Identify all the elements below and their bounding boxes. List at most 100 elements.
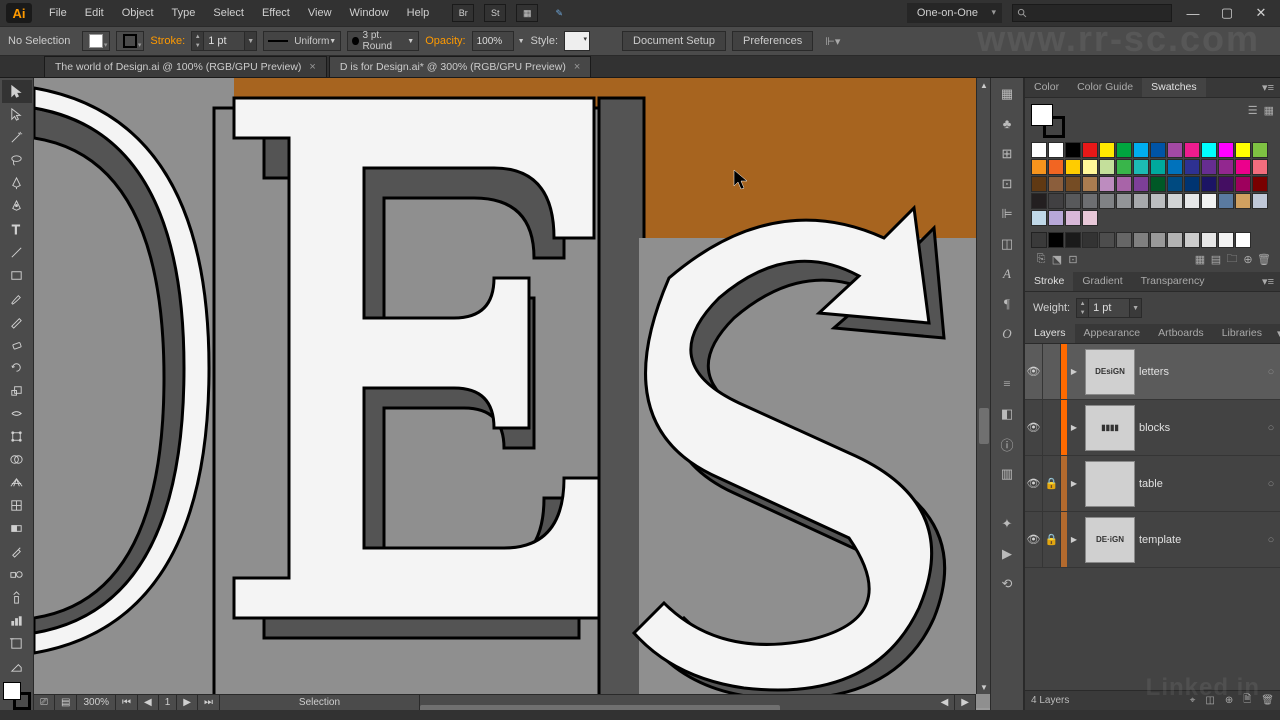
minimize-button[interactable]: — xyxy=(1180,4,1206,22)
swatch[interactable] xyxy=(1252,176,1268,192)
swatch[interactable] xyxy=(1116,176,1132,192)
artboard-last[interactable]: ⏭ xyxy=(198,695,220,710)
artboard-number[interactable]: 1 xyxy=(159,695,178,710)
symbol-sprayer-tool[interactable] xyxy=(2,586,32,609)
graph-tool[interactable] xyxy=(2,609,32,632)
artboard-back[interactable]: ◀ xyxy=(138,695,159,710)
eyedropper-tool[interactable] xyxy=(2,540,32,563)
info-icon[interactable]: ⓘ xyxy=(997,434,1017,454)
swatch[interactable] xyxy=(1133,193,1149,209)
layer-row[interactable]: 👁🔒▶DE·iGNtemplate○ xyxy=(1025,512,1280,568)
width-tool[interactable] xyxy=(2,402,32,425)
stroke-weight-input[interactable] xyxy=(204,32,244,50)
zoom-field[interactable]: 300% xyxy=(77,695,116,710)
pencil-tool[interactable] xyxy=(2,310,32,333)
swatch[interactable] xyxy=(1116,193,1132,209)
gradient-tool[interactable] xyxy=(2,517,32,540)
target-icon[interactable]: ○ xyxy=(1262,366,1280,378)
opentype-icon[interactable]: O xyxy=(997,324,1017,344)
paintbrush-tool[interactable] xyxy=(2,287,32,310)
symbols-icon[interactable]: ⊞ xyxy=(997,144,1017,164)
swatch-fill-stroke[interactable] xyxy=(1031,104,1065,138)
swatch[interactable] xyxy=(1065,210,1081,226)
menu-type[interactable]: Type xyxy=(163,3,205,23)
preferences-button[interactable]: Preferences xyxy=(732,31,813,51)
swatch[interactable] xyxy=(1031,193,1047,209)
properties-icon[interactable]: ▦ xyxy=(997,84,1017,104)
swatch[interactable] xyxy=(1116,159,1132,175)
free-transform-tool[interactable] xyxy=(2,425,32,448)
swatch[interactable] xyxy=(1099,232,1115,248)
swatch[interactable] xyxy=(1235,159,1251,175)
target-icon[interactable]: ○ xyxy=(1262,478,1280,490)
locate-object-icon[interactable]: ⌖ xyxy=(1190,695,1196,706)
perspective-tool[interactable] xyxy=(2,471,32,494)
new-sublayer-icon[interactable]: ⊕ xyxy=(1225,695,1233,706)
direct-selection-tool[interactable] xyxy=(2,103,32,126)
layer-name[interactable]: table xyxy=(1139,478,1262,490)
new-swatch-icon[interactable]: ⊕ xyxy=(1240,252,1256,266)
vertical-scrollbar[interactable]: ▲▼ xyxy=(976,78,990,694)
swatch[interactable] xyxy=(1150,193,1166,209)
swatch[interactable] xyxy=(1235,232,1251,248)
swatch[interactable] xyxy=(1201,159,1217,175)
swatch[interactable] xyxy=(1082,142,1098,158)
swatch[interactable] xyxy=(1031,210,1047,226)
menu-effect[interactable]: Effect xyxy=(253,3,299,23)
fill-stroke-indicator[interactable] xyxy=(3,682,31,710)
layer-row[interactable]: 👁▶▮▮▮▮blocks○ xyxy=(1025,400,1280,456)
panel-menu-icon[interactable]: ▾≡ xyxy=(1256,78,1280,97)
swatch[interactable] xyxy=(1065,176,1081,192)
stock-icon[interactable]: St xyxy=(484,4,506,22)
shape-builder-tool[interactable] xyxy=(2,448,32,471)
lock-toggle[interactable]: 🔒 xyxy=(1043,512,1061,567)
menu-help[interactable]: Help xyxy=(398,3,439,23)
delete-swatch-icon[interactable]: 🗑 xyxy=(1256,252,1272,266)
artboard-prev[interactable]: ⏮ xyxy=(116,695,138,710)
layer-row[interactable]: 👁▶DEsiGNletters○ xyxy=(1025,344,1280,400)
swatch[interactable] xyxy=(1167,176,1183,192)
stroke-profile-dropdown[interactable]: Uniform▼ xyxy=(263,31,341,51)
document-setup-button[interactable]: Document Setup xyxy=(622,31,726,51)
swatch[interactable] xyxy=(1065,142,1081,158)
swatch[interactable] xyxy=(1218,176,1234,192)
magic-wand-tool[interactable] xyxy=(2,126,32,149)
align-icon[interactable]: ⊫ xyxy=(997,204,1017,224)
swatch[interactable] xyxy=(1184,176,1200,192)
artboard-next[interactable]: ▶ xyxy=(177,695,198,710)
panel-tab-stroke[interactable]: Stroke xyxy=(1025,272,1073,291)
expand-layer-icon[interactable]: ▶ xyxy=(1067,479,1081,488)
swatch[interactable] xyxy=(1218,193,1234,209)
opacity-input[interactable] xyxy=(472,31,514,51)
swatch[interactable] xyxy=(1150,142,1166,158)
panel-stroke-weight[interactable]: ▲▼ ▼ xyxy=(1076,298,1142,318)
swatch[interactable] xyxy=(1048,193,1064,209)
swatch[interactable] xyxy=(1099,193,1115,209)
swatch[interactable] xyxy=(1099,159,1115,175)
swatch[interactable] xyxy=(1150,159,1166,175)
swatch[interactable] xyxy=(1082,159,1098,175)
type-tool[interactable]: T xyxy=(2,218,32,241)
pathfinder-icon[interactable]: ◫ xyxy=(997,234,1017,254)
expand-layer-icon[interactable]: ▶ xyxy=(1067,535,1081,544)
gpu-icon[interactable]: ⎚ xyxy=(34,695,55,710)
swatch-folder-icon[interactable] xyxy=(1031,232,1047,248)
menu-object[interactable]: Object xyxy=(113,3,163,23)
swatch[interactable] xyxy=(1218,142,1234,158)
panel-tab-appearance[interactable]: Appearance xyxy=(1075,324,1150,343)
swatch[interactable] xyxy=(1167,159,1183,175)
swatch[interactable] xyxy=(1184,142,1200,158)
brush-dropdown[interactable]: 3 pt. Round▼ xyxy=(347,31,419,51)
swatch[interactable] xyxy=(1031,142,1047,158)
grid-view-icon[interactable]: ▦ xyxy=(1264,104,1274,117)
feedback-icon[interactable]: ✎ xyxy=(548,4,570,22)
swatch[interactable] xyxy=(1048,232,1064,248)
mesh-tool[interactable] xyxy=(2,494,32,517)
expand-layer-icon[interactable]: ▶ xyxy=(1067,367,1081,376)
transform-icon[interactable]: ⊡ xyxy=(997,174,1017,194)
lock-toggle[interactable] xyxy=(1043,344,1061,399)
maximize-button[interactable]: ▢ xyxy=(1214,4,1240,22)
delete-layer-icon[interactable]: 🗑 xyxy=(1261,695,1274,706)
artboard-presets-icon[interactable]: ▤ xyxy=(55,695,77,710)
workspace-switcher[interactable]: One-on-One xyxy=(907,3,1002,23)
